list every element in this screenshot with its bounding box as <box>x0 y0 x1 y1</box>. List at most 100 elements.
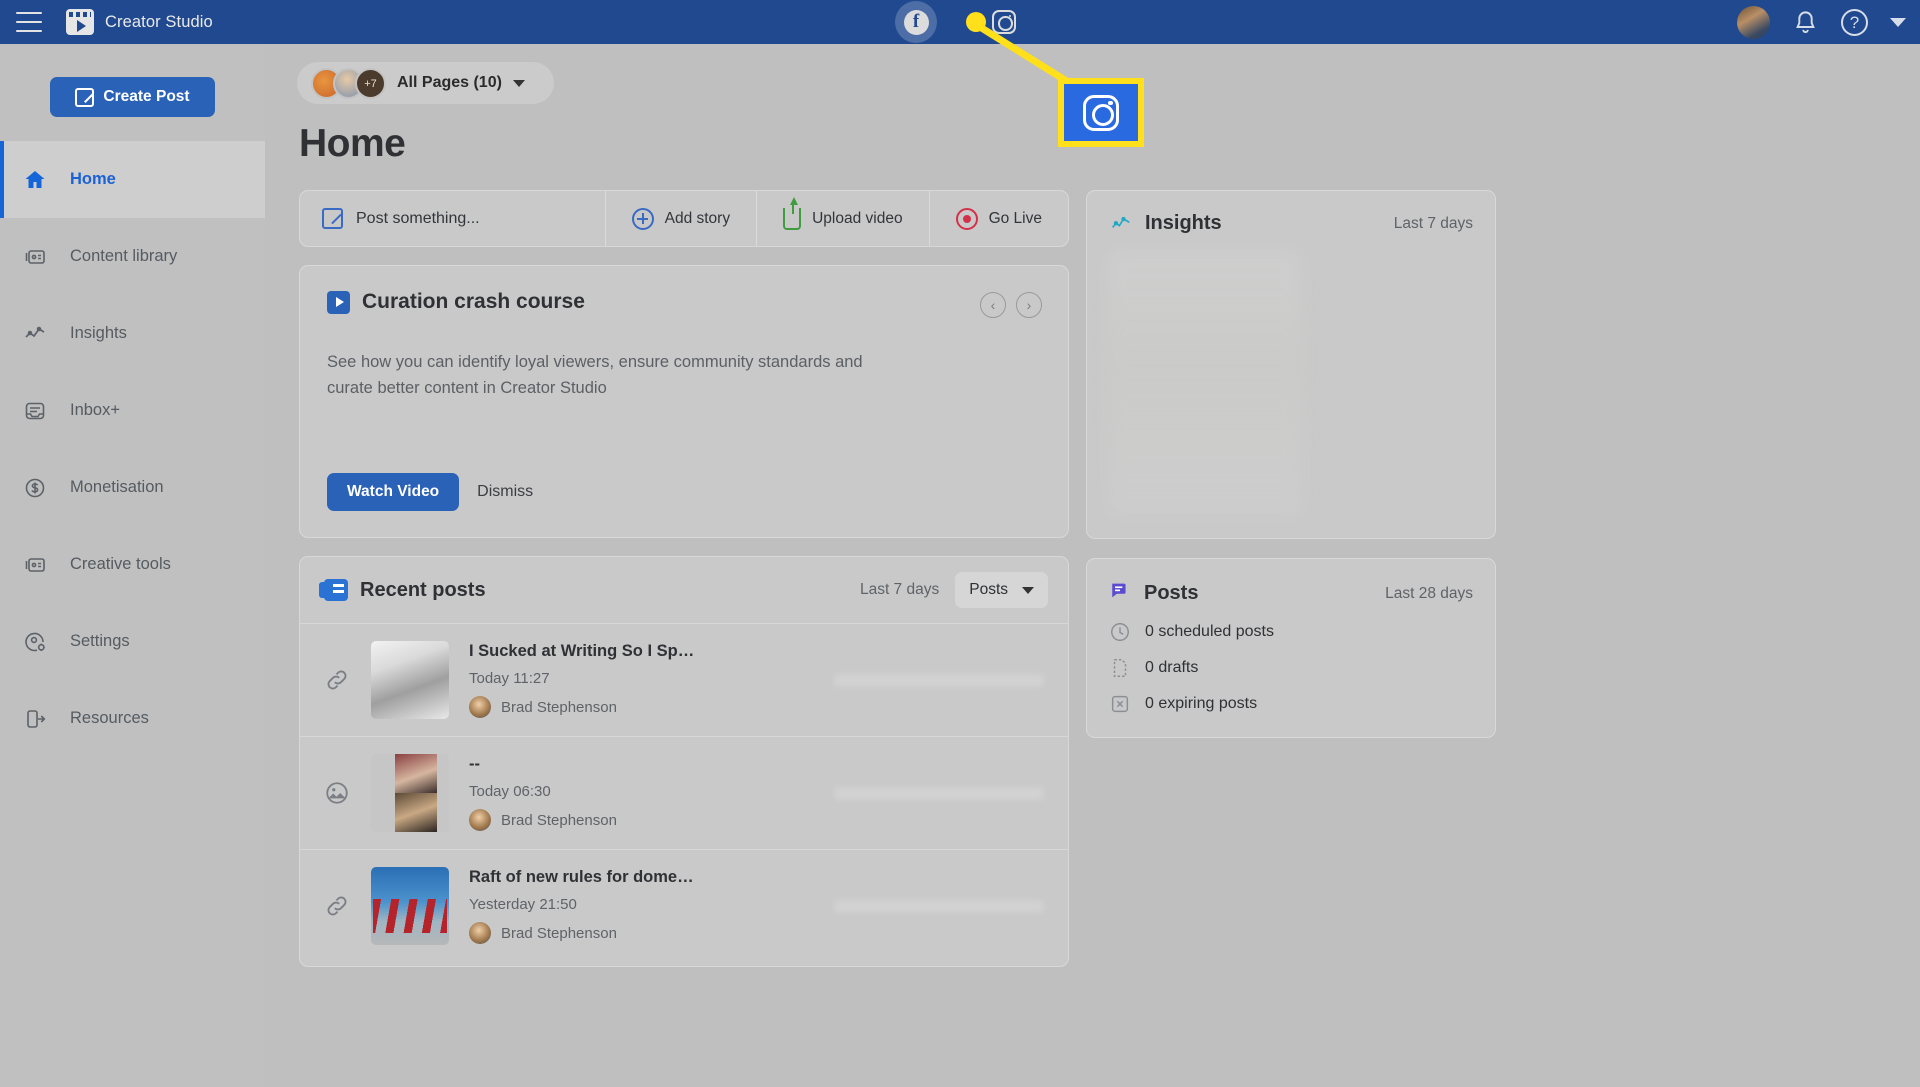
recent-posts-filter[interactable]: Posts <box>955 572 1048 608</box>
link-icon <box>324 893 351 920</box>
plus-circle-icon <box>631 207 654 230</box>
sidebar: Create Post Home Content library Insight… <box>0 44 265 1087</box>
list-item[interactable]: 0 drafts <box>1087 643 1495 679</box>
video-play-icon <box>327 290 350 314</box>
help-question-icon[interactable]: ? <box>1841 8 1868 36</box>
posts-card: Posts Last 28 days 0 scheduled posts 0 d… <box>1086 558 1496 738</box>
avatar[interactable] <box>1737 5 1770 39</box>
post-author-name: Brad Stephenson <box>501 698 617 716</box>
page-title: Home <box>299 122 406 165</box>
post-something-placeholder: Post something... <box>356 209 480 227</box>
insights-chart-redacted <box>1109 251 1301 516</box>
curation-header: Curation crash course <box>327 290 1041 314</box>
sidebar-item-resources[interactable]: Resources <box>0 680 265 757</box>
sidebar-nav: Home Content library Insights Inbox+ Mon… <box>0 141 265 757</box>
sidebar-item-label: Creative tools <box>70 555 171 573</box>
post-something-input[interactable]: Post something... <box>300 191 605 246</box>
sidebar-item-settings[interactable]: Settings <box>0 603 265 680</box>
go-live-label: Go Live <box>988 209 1042 227</box>
composer-bar: Post something... Add story Upload video <box>299 190 1069 247</box>
watch-video-button[interactable]: Watch Video <box>327 473 460 511</box>
pages-selector-label: All Pages (10) <box>397 74 502 91</box>
add-story-button[interactable]: Add story <box>604 191 756 246</box>
sidebar-item-content-library[interactable]: Content library <box>0 218 265 295</box>
insights-chart-icon <box>1109 214 1133 234</box>
right-column: Insights Last 7 days Posts Last 28 days … <box>1086 190 1496 967</box>
post-author: Brad Stephenson <box>469 922 814 944</box>
curation-description: See how you can identify loyal viewers, … <box>327 353 863 397</box>
sidebar-item-label: Home <box>70 170 116 188</box>
post-details: -- Today 06:30 Brad Stephenson <box>469 755 814 831</box>
brand[interactable]: Creator Studio <box>66 9 213 35</box>
recent-posts-period: Last 7 days <box>859 581 940 598</box>
instagram-icon <box>992 10 1016 34</box>
drafts-label: 0 drafts <box>1145 659 1199 676</box>
recent-posts-icon <box>319 579 348 601</box>
insights-header: Insights Last 7 days <box>1087 191 1495 235</box>
upload-arrow-icon <box>783 196 802 230</box>
post-metrics-redacted <box>834 673 1044 687</box>
sidebar-item-insights[interactable]: Insights <box>0 295 265 372</box>
table-row[interactable]: I Sucked at Writing So I Sp… Today 11:27… <box>300 623 1068 736</box>
chevron-right-icon[interactable]: › <box>1016 292 1042 318</box>
resources-exit-icon <box>22 706 48 732</box>
sidebar-item-home[interactable]: Home <box>0 141 265 218</box>
post-thumbnail <box>371 754 449 832</box>
table-row[interactable]: Raft of new rules for dome… Yesterday 21… <box>300 849 1068 962</box>
post-author: Brad Stephenson <box>469 809 814 831</box>
scheduled-posts-label: 0 scheduled posts <box>1145 623 1274 640</box>
upload-video-label: Upload video <box>812 209 903 227</box>
posts-bubble-icon <box>1109 580 1132 607</box>
content-columns: Post something... Add story Upload video <box>299 190 1920 967</box>
curation-crash-course-card: Curation crash course ‹ › See how you ca… <box>299 265 1069 538</box>
post-thumbnail <box>371 867 449 945</box>
chevron-down-icon <box>1022 586 1034 594</box>
avatar <box>469 696 491 718</box>
avatar <box>469 809 491 831</box>
create-post-button[interactable]: Create Post <box>50 77 215 117</box>
chevron-left-icon[interactable]: ‹ <box>980 292 1006 318</box>
expiring-box-icon <box>1109 693 1131 715</box>
compose-pencil-icon <box>75 87 95 107</box>
insights-title: Insights <box>1145 212 1222 234</box>
curation-title: Curation crash course <box>362 290 585 313</box>
posts-header: Posts Last 28 days <box>1087 559 1495 607</box>
sidebar-item-inbox[interactable]: Inbox+ <box>0 372 265 449</box>
topbar-right-controls: ? <box>1737 5 1906 39</box>
compose-pencil-icon <box>322 208 343 229</box>
dismiss-button[interactable]: Dismiss <box>477 483 533 501</box>
pages-avatar-stack: +7 <box>311 67 386 99</box>
settings-gear-icon <box>22 629 48 655</box>
sidebar-item-creative-tools[interactable]: Creative tools <box>0 526 265 603</box>
post-time: Today 11:27 <box>469 670 550 687</box>
post-title: I Sucked at Writing So I Sp… <box>469 642 695 660</box>
sidebar-item-monetisation[interactable]: Monetisation <box>0 449 265 526</box>
sidebar-item-label: Monetisation <box>70 478 164 496</box>
list-item[interactable]: 0 expiring posts <box>1087 679 1495 715</box>
recent-posts-header: Recent posts Last 7 days Posts <box>300 557 1068 623</box>
home-icon <box>22 167 48 193</box>
inbox-icon <box>22 398 48 424</box>
platform-tab-facebook[interactable]: f <box>895 1 937 43</box>
go-live-button[interactable]: Go Live <box>928 191 1068 246</box>
page-avatar-overflow: +7 <box>355 67 386 99</box>
platform-tab-instagram[interactable] <box>983 1 1025 43</box>
creative-tools-icon <box>22 552 48 578</box>
pages-selector[interactable]: +7 All Pages (10) <box>297 62 554 104</box>
table-row[interactable]: -- Today 06:30 Brad Stephenson <box>300 736 1068 849</box>
recent-posts-title: Recent posts <box>360 578 486 601</box>
curation-carousel-nav: ‹ › <box>980 292 1042 318</box>
hamburger-menu-icon[interactable] <box>16 12 42 32</box>
facebook-icon: f <box>903 9 929 35</box>
post-author-name: Brad Stephenson <box>501 811 617 829</box>
account-chevron-down-icon[interactable] <box>1890 17 1906 27</box>
brand-name: Creator Studio <box>105 12 213 31</box>
list-item[interactable]: 0 scheduled posts <box>1087 607 1495 643</box>
post-details: I Sucked at Writing So I Sp… Today 11:27… <box>469 642 814 718</box>
page-surface: Creator Studio f ? Create Post Home Cont… <box>0 0 1920 1087</box>
sidebar-item-label: Inbox+ <box>70 401 120 419</box>
post-thumbnail <box>371 641 449 719</box>
upload-video-button[interactable]: Upload video <box>756 191 928 246</box>
notifications-bell-icon[interactable] <box>1792 9 1819 36</box>
post-author-name: Brad Stephenson <box>501 924 617 942</box>
